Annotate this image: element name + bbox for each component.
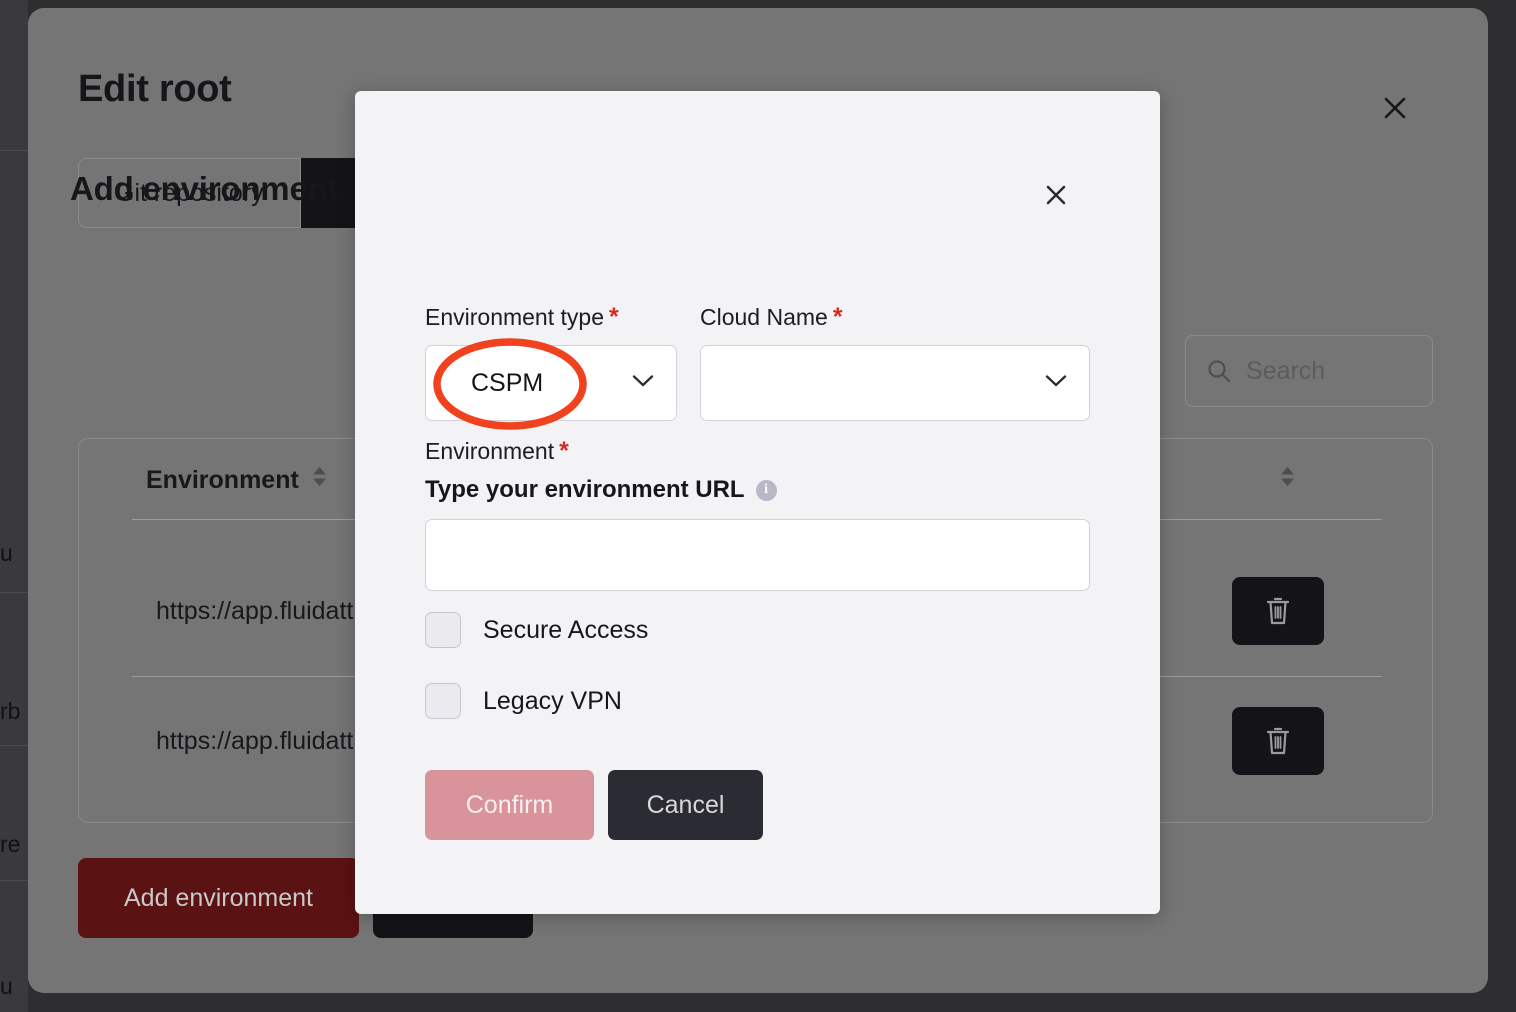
cloud-name-label-text: Cloud Name [700, 304, 828, 330]
modal-close-button[interactable] [1037, 176, 1075, 214]
column-header-actions[interactable] [1279, 465, 1296, 493]
confirm-button[interactable]: Confirm [425, 770, 594, 840]
delete-row-button[interactable] [1232, 707, 1324, 775]
secure-access-checkbox-row[interactable]: Secure Access [425, 612, 648, 648]
add-environment-label: Add environment [123, 883, 313, 912]
add-environment-button[interactable]: Add environment [78, 858, 359, 938]
list-item: u [0, 975, 13, 998]
legacy-vpn-label: Legacy VPN [483, 686, 622, 715]
modal-title: Add environment [70, 170, 339, 207]
list-item: u [0, 542, 13, 565]
environment-url-input[interactable] [425, 519, 1090, 591]
cloud-name-label: Cloud Name * [700, 303, 843, 332]
required-asterisk: * [832, 303, 843, 331]
search-placeholder: Search [1246, 356, 1326, 385]
required-asterisk: * [559, 437, 569, 465]
cancel-button[interactable]: Cancel [608, 770, 763, 840]
sort-arrows-icon [311, 465, 328, 495]
environment-url-label-text: Type your environment URL [425, 476, 745, 503]
environment-label-text: Environment [425, 438, 555, 464]
environment-url-label: Type your environment URL i [425, 476, 777, 504]
column-header-environment-label: Environment [146, 465, 299, 494]
secure-access-checkbox[interactable] [425, 612, 461, 648]
search-input[interactable]: Search [1185, 335, 1433, 407]
environment-type-select[interactable]: CSPM [425, 345, 677, 421]
legacy-vpn-checkbox-row[interactable]: Legacy VPN [425, 683, 622, 719]
page-title: Edit root [78, 68, 232, 110]
required-asterisk: * [608, 303, 619, 331]
table-row: https://app.fluidatt [156, 727, 354, 755]
chevron-down-icon [632, 374, 654, 393]
list-item: re [0, 833, 21, 856]
legacy-vpn-checkbox[interactable] [425, 683, 461, 719]
confirm-button-label: Confirm [465, 790, 554, 819]
environment-type-value: CSPM [471, 368, 544, 397]
left-edge-list: u rb re u [0, 0, 28, 1012]
page-close-button[interactable] [1373, 86, 1417, 130]
cloud-name-select[interactable] [700, 345, 1090, 421]
column-header-environment[interactable]: Environment [146, 465, 328, 495]
environment-type-label: Environment type * [425, 303, 619, 332]
environment-label: Environment * [425, 437, 569, 466]
info-icon[interactable]: i [755, 479, 777, 501]
delete-row-button[interactable] [1232, 577, 1324, 645]
secure-access-label: Secure Access [483, 615, 649, 644]
sort-arrows-icon [1279, 465, 1296, 493]
cancel-button-label: Cancel [646, 790, 725, 819]
table-row: https://app.fluidatt [156, 597, 354, 625]
search-icon [1206, 358, 1232, 384]
chevron-down-icon [1045, 374, 1067, 393]
environment-type-label-text: Environment type [425, 304, 604, 330]
list-item: rb [0, 700, 21, 723]
